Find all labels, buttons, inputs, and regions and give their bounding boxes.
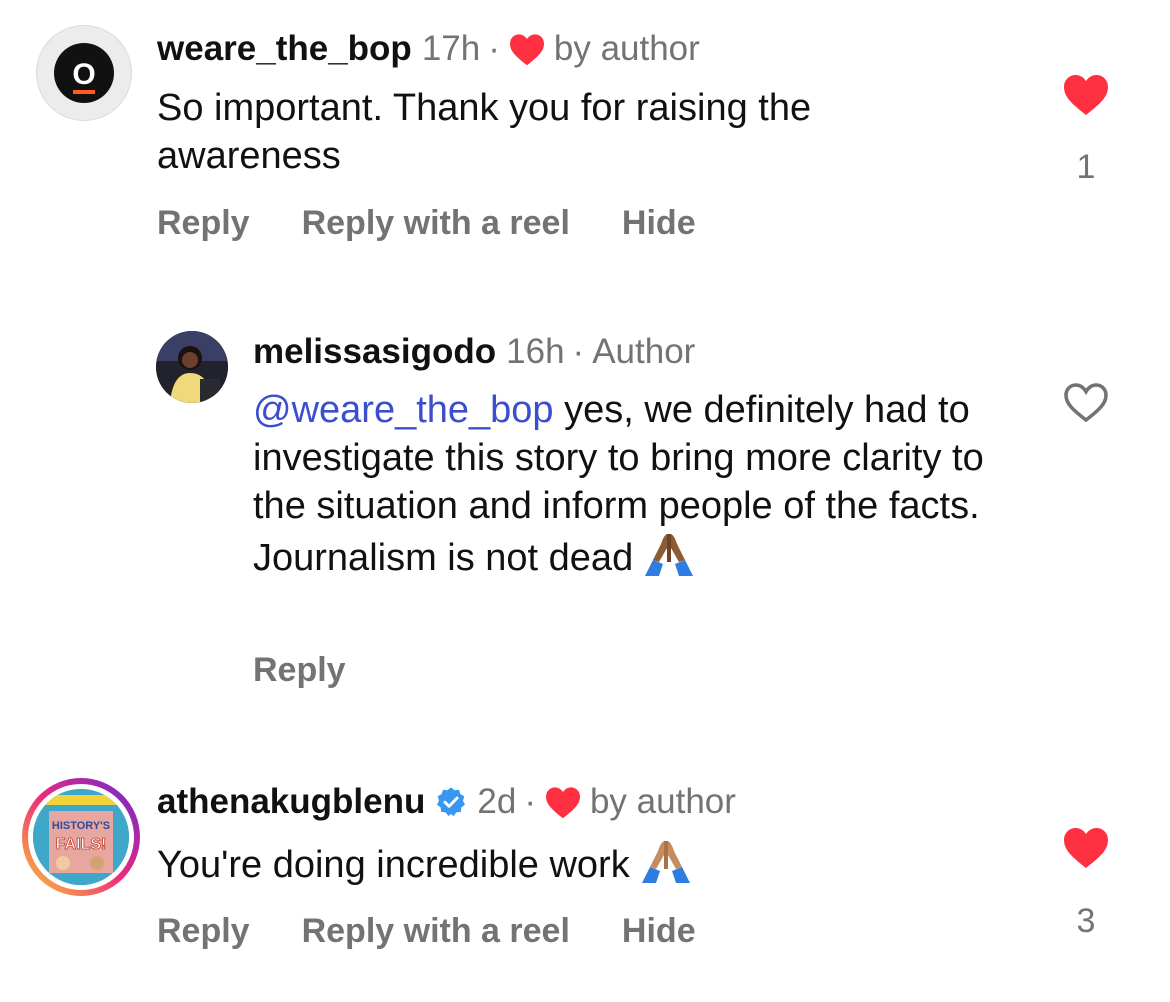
book-cover-icon: HISTORY'S FAILS! <box>33 789 129 885</box>
comment-text: @weare_the_bop yes, we definitely had to… <box>253 386 1023 588</box>
verified-badge-icon <box>437 787 466 816</box>
svg-text:HISTORY'S: HISTORY'S <box>52 820 110 832</box>
comment-meta: melissasigodo 16h · Author <box>253 330 695 374</box>
by-author-label: by author <box>553 29 700 68</box>
comment-body: You're doing incredible work <box>157 844 630 886</box>
timestamp: 16h <box>506 332 565 371</box>
comment-actions: Reply Reply with a reel Hide <box>157 912 696 951</box>
author-heart-icon <box>545 787 580 819</box>
hide-button[interactable]: Hide <box>622 204 696 243</box>
comment-text: You're doing incredible work <box>157 837 957 895</box>
reply-button[interactable]: Reply <box>157 912 250 951</box>
praying-hands-icon <box>641 530 697 588</box>
separator: · <box>524 782 536 821</box>
by-author-label: by author <box>589 782 736 821</box>
hide-button[interactable]: Hide <box>622 912 696 951</box>
comment-meta: athenakugblenu 2d · by author <box>157 780 736 824</box>
timestamp: 17h <box>421 29 481 68</box>
reply-with-reel-button[interactable]: Reply with a reel <box>302 204 570 243</box>
separator: · <box>572 332 585 371</box>
mention-link[interactable]: @weare_the_bop <box>253 389 554 431</box>
reply-button[interactable]: Reply <box>253 651 346 690</box>
separator: · <box>488 29 500 68</box>
avatar-melissasigodo[interactable] <box>156 331 228 403</box>
svg-text:O: O <box>72 58 95 91</box>
like-heart-icon[interactable] <box>1061 825 1111 869</box>
profile-photo-icon <box>156 331 228 403</box>
like-count[interactable]: 3 <box>1061 902 1111 941</box>
reply-button[interactable]: Reply <box>157 204 250 243</box>
author-label: Author <box>592 332 696 371</box>
praying-hands-icon <box>638 837 694 895</box>
avatar-weare-the-bop[interactable]: O <box>36 25 132 121</box>
like-heart-icon[interactable] <box>1061 72 1111 116</box>
username[interactable]: melissasigodo <box>253 330 496 374</box>
reply-with-reel-button[interactable]: Reply with a reel <box>302 912 570 951</box>
avatar-athenakugblenu[interactable]: HISTORY'S FAILS! <box>22 778 140 896</box>
timestamp: 2d <box>477 782 517 821</box>
comment-actions: Reply Reply with a reel Hide <box>157 204 696 243</box>
author-heart-icon <box>509 34 544 66</box>
comment-meta: weare_the_bop 17h · by author <box>157 27 700 71</box>
bop-logo-icon: O <box>54 43 114 103</box>
comment-actions: Reply <box>253 651 346 690</box>
username[interactable]: athenakugblenu <box>157 780 425 824</box>
comment-text: So important. Thank you for raising the … <box>157 87 812 177</box>
like-heart-outline-icon[interactable] <box>1061 380 1111 424</box>
like-count[interactable]: 1 <box>1061 148 1111 187</box>
username[interactable]: weare_the_bop <box>157 27 412 71</box>
svg-text:FAILS!: FAILS! <box>56 836 107 853</box>
